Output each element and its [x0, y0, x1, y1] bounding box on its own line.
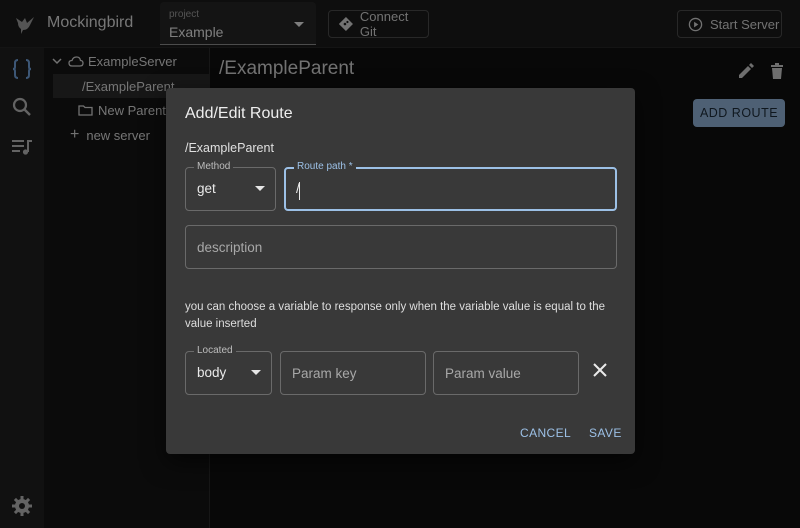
description-placeholder: description [197, 240, 263, 255]
description-input[interactable]: description [185, 225, 617, 269]
located-label: Located [194, 345, 236, 356]
param-value-input[interactable]: Param value [433, 351, 579, 395]
add-edit-route-dialog: Add/Edit Route /ExampleParent Method get… [166, 88, 635, 454]
method-select[interactable]: Method get [185, 161, 276, 211]
variable-hint-text: you can choose a variable to response on… [185, 301, 606, 330]
method-label: Method [194, 161, 234, 172]
app-window: Mockingbird project Example Connect Git … [0, 0, 800, 528]
cancel-button[interactable]: CANCEL [520, 426, 571, 440]
param-key-placeholder: Param key [292, 366, 357, 381]
param-value-placeholder: Param value [445, 366, 521, 381]
text-cursor [299, 182, 300, 200]
method-value: get [197, 181, 216, 196]
dialog-route-path: /ExampleParent [185, 141, 274, 155]
param-key-input[interactable]: Param key [280, 351, 426, 395]
located-select[interactable]: Located body [185, 345, 272, 395]
close-icon[interactable] [591, 361, 609, 379]
located-value: body [197, 365, 227, 380]
save-button[interactable]: SAVE [589, 426, 622, 440]
chevron-down-icon [251, 370, 261, 375]
chevron-down-icon [255, 186, 265, 191]
route-path-label: Route path * [294, 161, 356, 172]
dialog-title: Add/Edit Route [185, 105, 293, 122]
route-path-input[interactable]: Route path * / [284, 161, 617, 211]
